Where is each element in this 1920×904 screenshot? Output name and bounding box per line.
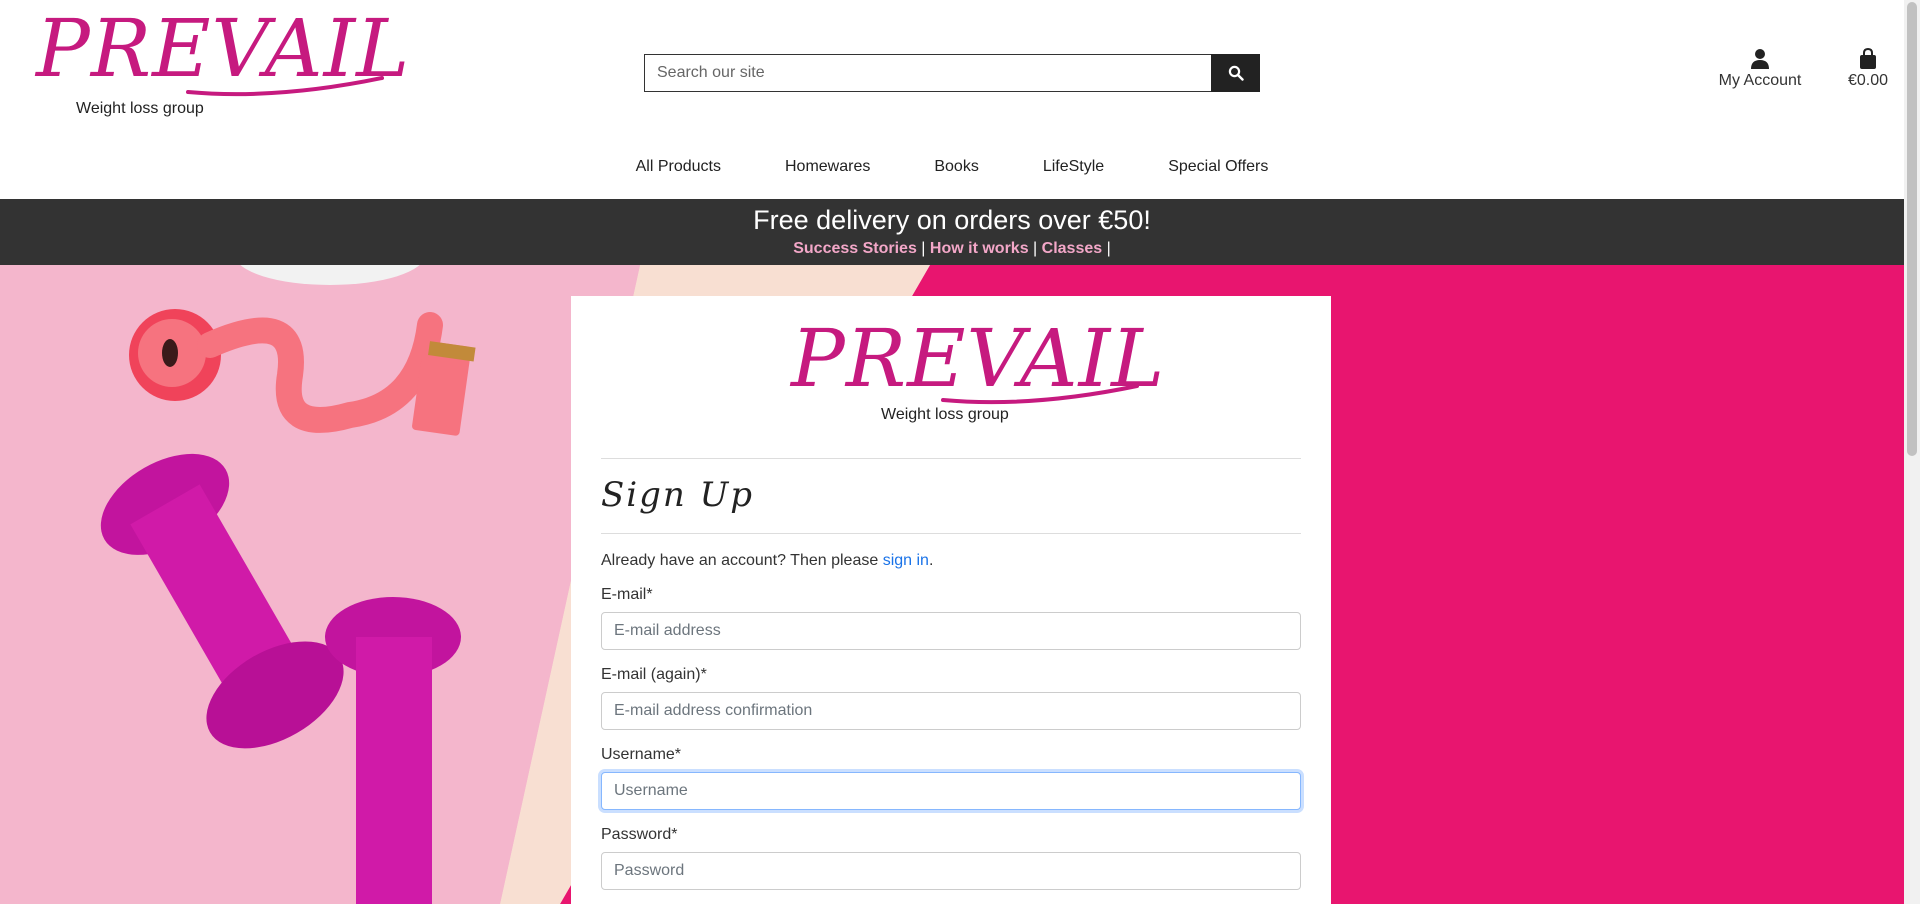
sign-in-link[interactable]: sign in [883,552,929,569]
search-icon [1228,65,1244,81]
nav-item-homewares[interactable]: Homewares [753,158,902,176]
nav-item-special-offers[interactable]: Special Offers [1136,158,1300,176]
banner-separator: | [1033,240,1038,257]
scrollbar-thumb[interactable] [1907,2,1917,456]
banner-links: Success Stories | How it works | Classes… [0,240,1904,258]
search-input[interactable] [644,54,1211,92]
page-scrollbar[interactable] [1904,0,1920,904]
email-confirm-field[interactable] [601,692,1301,730]
nav-item-books[interactable]: Books [902,158,1010,176]
cart-total: €0.00 [1847,72,1889,89]
banner-link-success-stories[interactable]: Success Stories [793,240,917,257]
site-header: PREVAIL Weight loss group My Account €0.… [0,0,1904,198]
card-brand-logo: PREVAIL Weight loss group [791,314,1164,434]
brand-logo[interactable]: PREVAIL Weight loss group [36,4,409,118]
divider [601,533,1301,534]
email-label: E-mail* [601,586,653,603]
cart-link[interactable]: €0.00 [1840,48,1896,90]
promo-banner: Free delivery on orders over €50! Succes… [0,199,1904,265]
username-label: Username* [601,746,682,763]
banner-title: Free delivery on orders over €50! [753,205,1151,235]
banner-link-how-it-works[interactable]: How it works [930,240,1029,257]
email-field[interactable] [601,612,1301,650]
shopping-bag-icon [1860,48,1876,69]
banner-link-classes[interactable]: Classes [1042,240,1103,257]
username-field[interactable] [601,772,1301,810]
banner-separator: | [921,240,926,257]
user-icon [1751,49,1769,69]
main-nav: All Products Homewares Books LifeStyle S… [0,158,1904,176]
signup-card: PREVAIL Weight loss group Sign Up Alread… [571,296,1331,904]
nav-item-lifestyle[interactable]: LifeStyle [1011,158,1136,176]
my-account-link[interactable]: My Account [1712,48,1808,90]
signin-prompt-suffix: . [928,552,934,569]
logo-swash [186,76,384,97]
signin-prompt-text: Already have an account? Then please [601,552,879,569]
signin-prompt: Already have an account? Then please sig… [601,552,1301,570]
password-field[interactable] [601,852,1301,890]
card-brand-tagline: Weight loss group [881,406,1009,423]
brand-tagline: Weight loss group [76,100,204,117]
email-confirm-label: E-mail (again)* [601,666,707,683]
password-label: Password* [601,826,678,843]
my-account-label: My Account [1718,72,1802,89]
search-button[interactable] [1211,54,1260,92]
banner-separator: | [1106,240,1111,257]
search-form [644,54,1260,92]
nav-item-all-products[interactable]: All Products [604,158,753,176]
page-title: Sign Up [601,475,755,515]
card-logo-swash [941,384,1139,405]
